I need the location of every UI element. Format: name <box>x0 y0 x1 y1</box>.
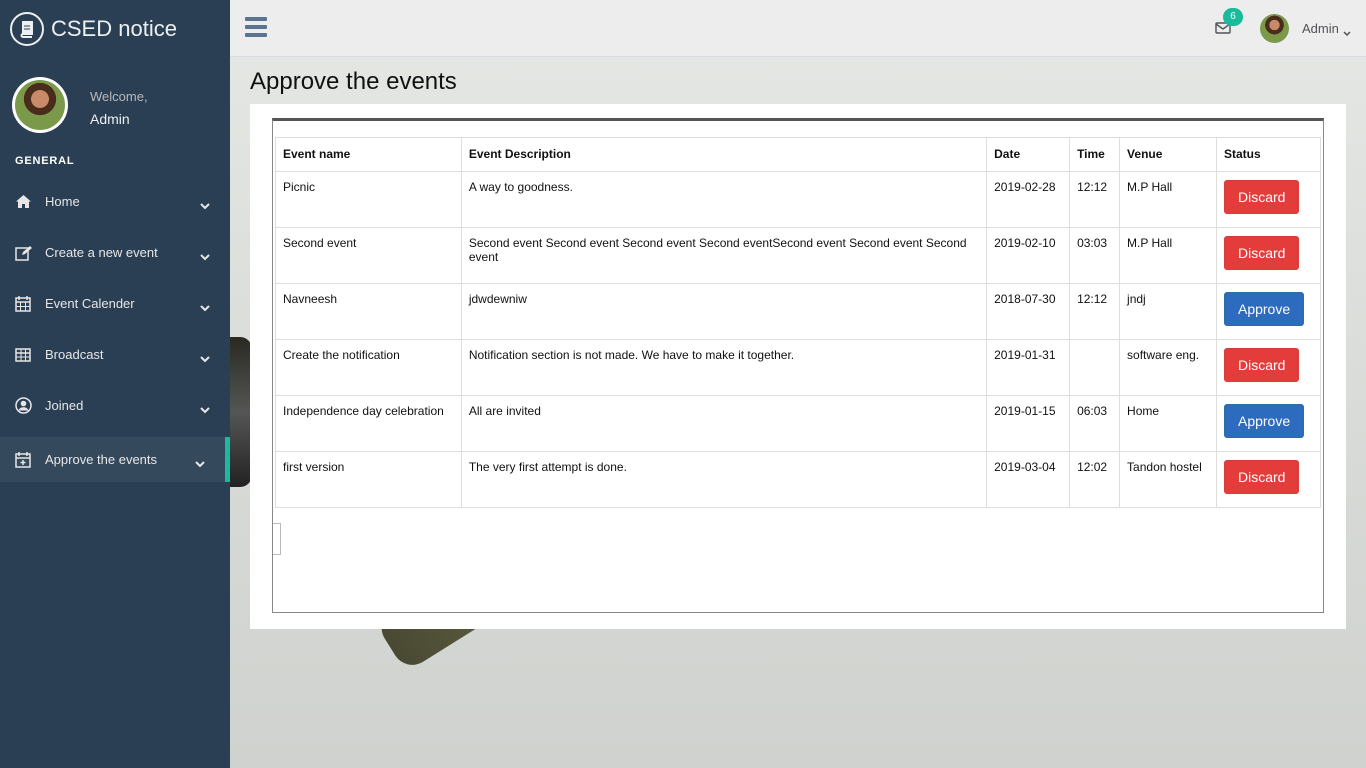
section-title-general: GENERAL <box>15 155 75 167</box>
event-date: 2018-07-30 <box>986 283 1071 340</box>
event-venue: Tandon hostel <box>1119 451 1217 508</box>
table-row: Navneesh jdwdewniw 2018-07-30 12:12 jndj… <box>275 283 1322 340</box>
event-status: Discard <box>1215 339 1322 396</box>
event-time <box>1069 339 1121 396</box>
mail-count-badge: 6 <box>1223 8 1243 26</box>
frame-handle <box>273 523 281 555</box>
top-navbar: 6 Admin <box>230 0 1366 57</box>
event-status: Discard <box>1215 227 1322 284</box>
chevron-down-icon[interactable] <box>1343 25 1351 40</box>
chevron-down-icon <box>200 300 210 315</box>
home-icon <box>15 193 37 211</box>
chevron-down-icon <box>195 456 205 471</box>
event-date: 2019-01-31 <box>986 339 1071 396</box>
event-venue: software eng. <box>1119 339 1217 396</box>
calendar-icon <box>15 295 37 313</box>
chevron-down-icon <box>200 402 210 417</box>
user-circle-icon <box>15 397 37 415</box>
calendar-plus-icon <box>15 451 37 469</box>
sidebar-item-event-calender[interactable]: Event Calender <box>0 278 230 329</box>
column-header: Venue <box>1119 137 1217 172</box>
brand-title: CSED notice <box>51 15 177 41</box>
approve-button[interactable]: Approve <box>1223 404 1305 438</box>
chevron-down-icon <box>200 351 210 366</box>
event-description: jdwdewniw <box>460 283 988 340</box>
discard-button[interactable]: Discard <box>1223 236 1300 270</box>
events-frame: Event name Event Description Date Time V… <box>272 118 1324 613</box>
column-header: Status <box>1215 137 1322 172</box>
table-row: first version The very first attempt is … <box>275 451 1322 508</box>
chevron-down-icon <box>200 249 210 264</box>
event-status: Discard <box>1215 451 1322 508</box>
sidebar-menu: Home Create a new event Event Calender B… <box>0 176 230 482</box>
table-row: Create the notification Notification sec… <box>275 339 1322 396</box>
event-name: Independence day celebration <box>275 395 462 452</box>
avatar <box>12 77 68 133</box>
table-row: Independence day celebration All are inv… <box>275 395 1322 452</box>
discard-button[interactable]: Discard <box>1223 460 1300 494</box>
chevron-down-icon <box>200 198 210 213</box>
event-venue: M.P Hall <box>1119 227 1217 284</box>
event-description: Notification section is not made. We hav… <box>460 339 988 396</box>
edit-icon <box>15 244 37 262</box>
event-description: A way to goodness. <box>460 171 988 228</box>
main-content: Approve the events Event name Event Desc… <box>230 57 1366 768</box>
menu-toggle-icon[interactable] <box>245 17 267 39</box>
sidebar-item-home[interactable]: Home <box>0 176 230 227</box>
discard-button[interactable]: Discard <box>1223 348 1300 382</box>
event-description: All are invited <box>460 395 988 452</box>
welcome-name: Admin <box>90 111 130 127</box>
event-name: Navneesh <box>275 283 462 340</box>
page-title: Approve the events <box>250 68 457 95</box>
event-name: Second event <box>275 227 462 284</box>
event-status: Approve <box>1215 283 1322 340</box>
background-image <box>230 337 252 487</box>
column-header: Date <box>986 137 1071 172</box>
column-header: Event Description <box>460 137 988 172</box>
user-menu-name[interactable]: Admin <box>1302 21 1339 36</box>
table-row: Picnic A way to goodness. 2019-02-28 12:… <box>275 171 1322 228</box>
book-icon <box>10 11 44 46</box>
event-name: Create the notification <box>275 339 462 396</box>
event-venue: jndj <box>1119 283 1217 340</box>
event-description: The very first attempt is done. <box>460 451 988 508</box>
event-venue: M.P Hall <box>1119 171 1217 228</box>
table-header-row: Event name Event Description Date Time V… <box>275 137 1322 172</box>
sidebar: CSED notice Welcome, Admin GENERAL Home … <box>0 0 230 768</box>
event-description: Second event Second event Second event S… <box>460 227 988 284</box>
brand[interactable]: CSED notice <box>0 0 230 57</box>
user-avatar[interactable] <box>1260 14 1289 43</box>
events-panel: Event name Event Description Date Time V… <box>250 104 1346 629</box>
event-date: 2019-03-04 <box>986 451 1071 508</box>
sidebar-item-create-event[interactable]: Create a new event <box>0 227 230 278</box>
event-date: 2019-02-10 <box>986 227 1071 284</box>
event-status: Approve <box>1215 395 1322 452</box>
event-time: 12:02 <box>1069 451 1121 508</box>
discard-button[interactable]: Discard <box>1223 180 1300 214</box>
table-row: Second event Second event Second event S… <box>275 227 1322 284</box>
approve-button[interactable]: Approve <box>1223 292 1305 326</box>
event-time: 06:03 <box>1069 395 1121 452</box>
event-name: Picnic <box>275 171 462 228</box>
sidebar-item-broadcast[interactable]: Broadcast <box>0 329 230 380</box>
column-header: Event name <box>275 137 462 172</box>
event-time: 12:12 <box>1069 283 1121 340</box>
sidebar-item-joined[interactable]: Joined <box>0 380 230 431</box>
event-time: 12:12 <box>1069 171 1121 228</box>
event-name: first version <box>275 451 462 508</box>
event-date: 2019-02-28 <box>986 171 1071 228</box>
table-icon <box>15 346 37 364</box>
event-time: 03:03 <box>1069 227 1121 284</box>
event-status: Discard <box>1215 171 1322 228</box>
column-header: Time <box>1069 137 1121 172</box>
event-date: 2019-01-15 <box>986 395 1071 452</box>
welcome-text: Welcome, <box>90 89 148 104</box>
event-venue: Home <box>1119 395 1217 452</box>
events-table: Event name Event Description Date Time V… <box>275 137 1322 508</box>
sidebar-item-approve-events[interactable]: Approve the events <box>0 437 230 482</box>
